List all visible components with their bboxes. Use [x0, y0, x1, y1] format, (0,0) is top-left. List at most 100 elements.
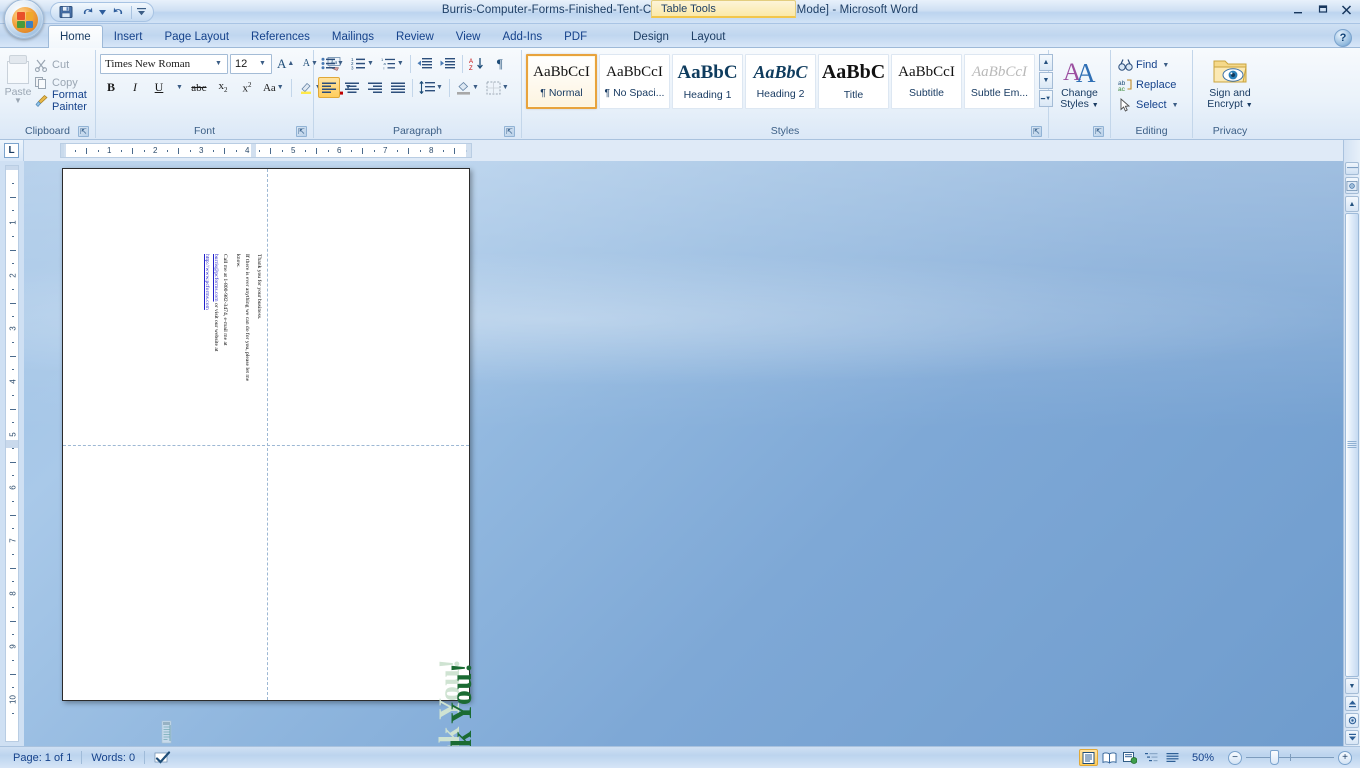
vertical-scrollbar[interactable]: ▲ ▼	[1343, 161, 1360, 746]
tab-page-layout[interactable]: Page Layout	[153, 26, 240, 48]
proofing-status-button[interactable]	[145, 749, 180, 767]
justify-button[interactable]	[387, 77, 409, 98]
grow-font-button[interactable]: A ▲	[274, 53, 297, 74]
align-right-button[interactable]	[364, 77, 386, 98]
zoom-out-button[interactable]: −	[1228, 750, 1242, 765]
change-case-button[interactable]: Aa ▼	[260, 77, 287, 98]
email-hyperlink[interactable]: burris@pcforms.com	[213, 254, 219, 302]
subscript-button[interactable]: x2	[212, 77, 234, 98]
font-dialog-launcher[interactable]: ⇱	[296, 126, 307, 137]
view-draft-button[interactable]	[1163, 749, 1182, 766]
document-page[interactable]: Thank you for your business. If there is…	[62, 168, 478, 746]
view-outline-button[interactable]	[1142, 749, 1161, 766]
bullets-button[interactable]: ▼	[318, 53, 347, 74]
styles-dialog-launcher[interactable]: ⇱	[1031, 126, 1042, 137]
superscript-button[interactable]: x2	[236, 77, 258, 98]
sort-button[interactable]: A Z	[466, 53, 488, 74]
tab-home[interactable]: Home	[48, 25, 103, 48]
page-indicator[interactable]: Page: 1 of 1	[4, 749, 81, 767]
style-heading-1[interactable]: AaBbC Heading 1	[672, 54, 743, 109]
vertical-scroll-thumb[interactable]	[1345, 213, 1359, 677]
ruler-indent-marker[interactable]	[61, 144, 66, 157]
find-button[interactable]: Find ▼	[1115, 55, 1172, 75]
strikethrough-button[interactable]: abc	[188, 77, 210, 98]
align-left-button[interactable]	[318, 77, 340, 98]
show-formatting-marks-button[interactable]: ¶	[489, 53, 511, 74]
zoom-slider[interactable]: − +	[1224, 750, 1356, 765]
align-center-button[interactable]	[341, 77, 363, 98]
vertical-ruler[interactable]: 1 2 3 4 5 6 7 8 9 10	[5, 165, 19, 742]
tab-insert[interactable]: Insert	[103, 26, 154, 48]
tab-layout[interactable]: Layout	[680, 26, 737, 48]
paste-button[interactable]: Paste ▼	[4, 53, 32, 105]
style-normal[interactable]: AaBbCcI ¶ Normal	[526, 54, 597, 109]
select-browse-object-button[interactable]	[1345, 713, 1359, 728]
view-full-screen-reading-button[interactable]	[1100, 749, 1119, 766]
borders-button[interactable]: ▼	[483, 77, 512, 98]
shading-button[interactable]: ▼	[453, 77, 482, 98]
ruler-indent-marker[interactable]	[466, 144, 471, 157]
font-name-input[interactable]: Times New Roman ▼	[100, 53, 228, 74]
view-web-layout-button[interactable]	[1121, 749, 1140, 766]
tab-add-ins[interactable]: Add-Ins	[491, 26, 553, 48]
view-print-layout-button[interactable]	[1078, 749, 1098, 766]
help-icon[interactable]: ?	[1334, 29, 1352, 47]
font-size-dropdown-arrow-icon[interactable]: ▼	[256, 55, 269, 73]
minimize-button[interactable]	[1288, 2, 1308, 18]
clipboard-dialog-launcher[interactable]: ⇱	[78, 126, 89, 137]
tab-stop-selector[interactable]: L	[0, 140, 24, 161]
change-styles-button[interactable]: A A Change Styles ▼	[1053, 53, 1106, 111]
line-spacing-button[interactable]: ▼	[416, 77, 446, 98]
ruler-indent-marker[interactable]	[251, 144, 256, 157]
split-window-handle[interactable]	[1345, 162, 1359, 175]
card-message-block[interactable]: Thank you for your business. If there is…	[199, 254, 263, 392]
increase-indent-button[interactable]	[437, 53, 459, 74]
word-count-indicator[interactable]: Words: 0	[82, 749, 144, 767]
office-button[interactable]	[4, 0, 44, 39]
font-size-input[interactable]: 12 ▼	[230, 53, 272, 74]
select-browse-object-top-icon[interactable]	[1345, 177, 1359, 194]
paste-dropdown-arrow-icon[interactable]: ▼	[14, 97, 22, 105]
horizontal-ruler[interactable]: 1 2 3 4 5 6 7 8	[60, 143, 472, 158]
decrease-indent-button[interactable]	[414, 53, 436, 74]
sign-and-encrypt-button[interactable]: Sign and Encrypt ▼	[1197, 53, 1263, 111]
underline-button[interactable]: U	[148, 77, 170, 98]
restore-button[interactable]	[1312, 2, 1332, 18]
style-no-spacing[interactable]: AaBbCcI ¶ No Spaci...	[599, 54, 670, 109]
tab-references[interactable]: References	[240, 26, 321, 48]
next-page-button[interactable]	[1345, 730, 1359, 745]
style-heading-2[interactable]: AaBbC Heading 2	[745, 54, 816, 109]
document-canvas[interactable]: Thank you for your business. If there is…	[24, 161, 1343, 746]
paragraph-dialog-launcher[interactable]: ⇱	[504, 126, 515, 137]
style-title[interactable]: AaBbC Title	[818, 54, 889, 109]
small-clipart-image[interactable]	[160, 720, 175, 744]
tab-pdf[interactable]: PDF	[553, 26, 598, 48]
close-button[interactable]	[1336, 2, 1356, 18]
vertical-ruler-margin-marker[interactable]	[6, 440, 18, 448]
numbering-button[interactable]: 1 2 3 ▼	[348, 53, 377, 74]
italic-button[interactable]: I	[124, 77, 146, 98]
font-name-dropdown-arrow-icon[interactable]: ▼	[212, 55, 225, 73]
bold-button[interactable]: B	[100, 77, 122, 98]
website-hyperlink[interactable]: http://www.pcforms.com	[204, 254, 210, 310]
vertical-scroll-track[interactable]	[1345, 213, 1359, 677]
select-button[interactable]: Select ▼	[1115, 95, 1182, 115]
previous-page-button[interactable]	[1345, 696, 1359, 711]
tab-mailings[interactable]: Mailings	[321, 26, 385, 48]
tab-design[interactable]: Design	[622, 26, 680, 48]
cut-button[interactable]: Cut	[32, 56, 91, 73]
change-styles-dialog-launcher[interactable]: ⇱	[1093, 126, 1104, 137]
style-subtle-emphasis[interactable]: AaBbCcI Subtle Em...	[964, 54, 1035, 109]
thank-you-wordart[interactable]: Thank You! Thank You!	[419, 635, 499, 746]
tab-review[interactable]: Review	[385, 26, 445, 48]
zoom-track[interactable]	[1246, 750, 1334, 765]
replace-button[interactable]: ab ac Replace	[1115, 75, 1179, 95]
zoom-handle[interactable]	[1270, 750, 1279, 765]
scroll-down-button[interactable]: ▼	[1345, 678, 1359, 694]
tab-view[interactable]: View	[445, 26, 492, 48]
multilevel-list-button[interactable]: 1 a i ▼	[378, 53, 407, 74]
scroll-up-button[interactable]: ▲	[1345, 196, 1359, 212]
format-painter-button[interactable]: Format Painter	[32, 89, 91, 113]
zoom-in-button[interactable]: +	[1338, 750, 1352, 765]
zoom-percentage[interactable]: 50%	[1184, 752, 1222, 764]
